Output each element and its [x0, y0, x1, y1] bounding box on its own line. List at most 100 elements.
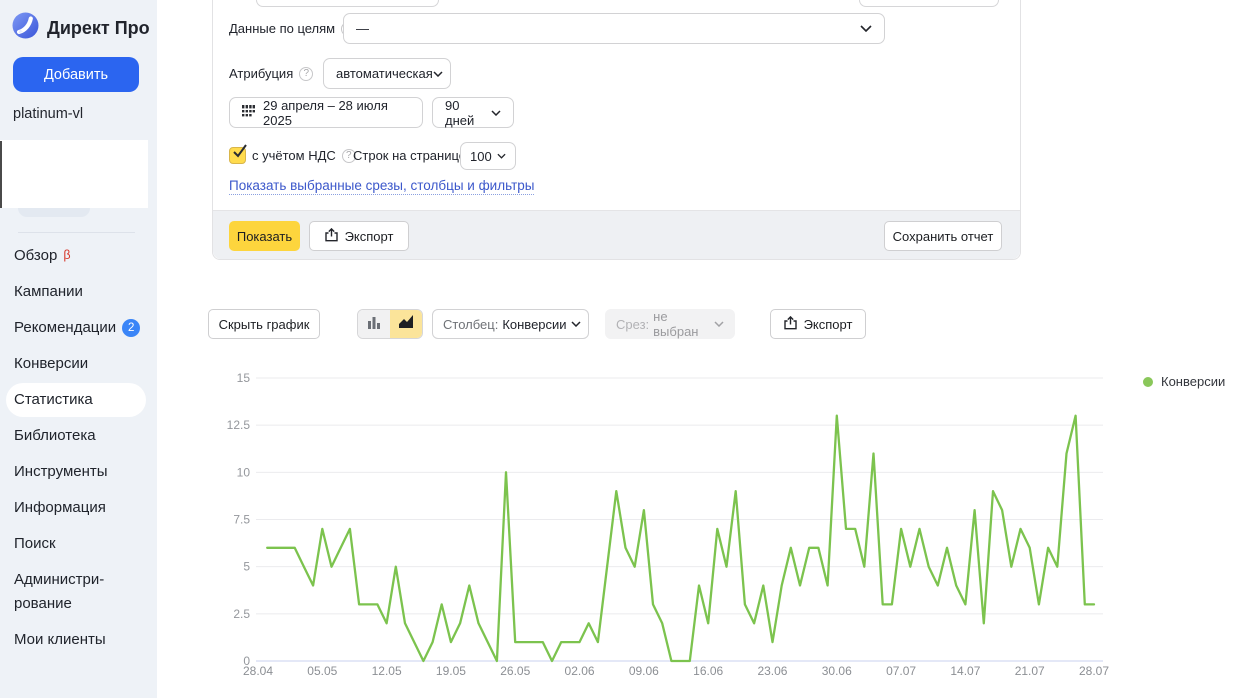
- cutoff-field-left[interactable]: [256, 0, 439, 7]
- sidebar-overlay-box: [0, 140, 148, 208]
- column-value: Конверсии: [502, 317, 566, 332]
- filter-panel: Данные по целям ? — Атрибуция ? автомати…: [212, 0, 1021, 260]
- x-axis-tick: 23.06: [757, 664, 787, 678]
- sidebar-item-label: Кампании: [14, 283, 83, 300]
- sidebar-item-label: Поиск: [14, 535, 56, 552]
- sidebar-item-label: Библиотека: [14, 427, 96, 444]
- add-button[interactable]: Добавить: [13, 57, 139, 92]
- y-axis-tick: 5: [243, 560, 250, 574]
- hide-chart-button[interactable]: Скрыть график: [208, 309, 320, 339]
- export-icon: [784, 316, 797, 333]
- sidebar-item-9[interactable]: Администри-рование: [0, 568, 128, 616]
- logo[interactable]: Директ Про: [12, 12, 150, 44]
- conversions-line: [267, 416, 1094, 661]
- rows-per-page-select[interactable]: 100: [460, 142, 516, 170]
- goals-label: Данные по целям: [229, 21, 335, 36]
- direct-pro-logo-icon: [12, 12, 39, 44]
- x-axis-tick: 02.06: [565, 664, 595, 678]
- sidebar-item-2[interactable]: Рекомендации 2: [0, 316, 157, 340]
- y-axis-tick: 12.5: [227, 418, 251, 432]
- show-button[interactable]: Показать: [229, 221, 300, 251]
- period-dropdown[interactable]: 90 дней: [432, 97, 514, 128]
- sidebar-item-6[interactable]: Инструменты: [0, 460, 157, 484]
- count-badge: 2: [122, 319, 140, 337]
- vat-label-row: с учётом НДС ?: [252, 148, 356, 163]
- bar-chart-icon: [367, 315, 381, 334]
- sidebar-item-8[interactable]: Поиск: [0, 532, 157, 556]
- sidebar-item-label: Администри-рование: [14, 571, 104, 612]
- x-axis-tick: 05.05: [307, 664, 337, 678]
- x-axis-tick: 14.07: [950, 664, 980, 678]
- legend-dot-icon: [1143, 377, 1153, 387]
- export-label: Экспорт: [345, 229, 394, 244]
- sidebar-item-label: Инструменты: [14, 463, 108, 480]
- attribution-label: Атрибуция: [229, 66, 293, 81]
- sidebar-item-0[interactable]: Обзорβ: [0, 244, 157, 268]
- sidebar-item-label: Обзор: [14, 247, 57, 264]
- chart-type-toggle: [357, 309, 423, 339]
- export-button[interactable]: Экспорт: [309, 221, 409, 251]
- x-axis-tick: 07.07: [886, 664, 916, 678]
- attribution-label-row: Атрибуция ?: [229, 66, 313, 81]
- sidebar-item-3[interactable]: Конверсии: [0, 352, 157, 376]
- conversions-chart: 02.557.51012.51528.0405.0512.0519.0526.0…: [200, 370, 1145, 692]
- slice-dropdown[interactable]: Срез: не выбран: [605, 309, 735, 339]
- chart-export-label: Экспорт: [804, 317, 853, 332]
- app-root: Директ Про Добавить platinum-vl Обзорβ Ка…: [0, 0, 1255, 698]
- goals-dropdown[interactable]: —: [343, 13, 885, 44]
- calendar-icon: [242, 105, 255, 121]
- chevron-down-icon: [714, 321, 724, 327]
- chevron-down-icon: [433, 71, 443, 77]
- x-axis-tick: 28.07: [1079, 664, 1109, 678]
- period-value: 90 дней: [445, 98, 491, 128]
- sidebar-item-4[interactable]: Статистика: [6, 383, 146, 417]
- rows-per-page-value: 100: [470, 149, 492, 164]
- panel-footer: Показать Экспорт Сохранить отчет: [213, 210, 1020, 259]
- chevron-down-icon: [860, 25, 872, 32]
- slice-value: не выбран: [653, 309, 710, 339]
- sidebar-divider: [18, 232, 135, 233]
- vat-label: с учётом НДС: [252, 148, 336, 163]
- attribution-dropdown[interactable]: автоматическая: [323, 58, 451, 89]
- chevron-down-icon: [571, 321, 581, 327]
- attribution-value: автоматическая: [336, 66, 433, 81]
- vat-checkbox[interactable]: [229, 147, 246, 164]
- bar-chart-toggle[interactable]: [358, 310, 390, 338]
- sidebar-item-10[interactable]: Мои клиенты: [0, 628, 157, 652]
- sidebar-menu: Обзорβ Кампании Рекомендации 2 Конверсии Стат…: [0, 244, 157, 664]
- column-label: Столбец:: [443, 317, 498, 332]
- x-axis-tick: 30.06: [822, 664, 852, 678]
- cutoff-field-right[interactable]: [859, 0, 999, 7]
- sidebar: Директ Про Добавить platinum-vl Обзорβ Ка…: [0, 0, 157, 698]
- sidebar-item-label: Рекомендации: [14, 319, 116, 336]
- line-chart-toggle[interactable]: [390, 310, 422, 338]
- sidebar-item-7[interactable]: Информация: [0, 496, 157, 520]
- column-dropdown[interactable]: Столбец: Конверсии: [432, 309, 589, 339]
- y-axis-tick: 10: [237, 465, 251, 479]
- legend-label: Конверсии: [1161, 374, 1225, 389]
- sidebar-item-label: Информация: [14, 499, 106, 516]
- chevron-down-icon: [497, 153, 506, 159]
- y-axis-tick: 7.5: [233, 512, 250, 526]
- show-slices-link[interactable]: Показать выбранные срезы, столбцы и филь…: [229, 178, 534, 195]
- attribution-help-icon[interactable]: ?: [299, 67, 313, 81]
- chart-legend[interactable]: Конверсии: [1143, 374, 1225, 389]
- chart-export-button[interactable]: Экспорт: [770, 309, 866, 339]
- y-axis-tick: 2.5: [233, 607, 250, 621]
- x-axis-tick: 21.07: [1015, 664, 1045, 678]
- beta-badge: β: [63, 248, 70, 262]
- x-axis-tick: 26.05: [500, 664, 530, 678]
- sidebar-item-label: Статистика: [14, 391, 93, 408]
- collapsed-pill: [18, 208, 90, 217]
- save-report-button[interactable]: Сохранить отчет: [884, 221, 1002, 251]
- account-name[interactable]: platinum-vl: [13, 106, 83, 122]
- goals-label-row: Данные по целям ?: [229, 21, 355, 36]
- sidebar-item-5[interactable]: Библиотека: [0, 424, 157, 448]
- y-axis-tick: 15: [237, 371, 251, 385]
- sidebar-item-1[interactable]: Кампании: [0, 280, 157, 304]
- area-chart-icon: [399, 315, 414, 333]
- date-range-button[interactable]: 29 апреля – 28 июля 2025: [229, 97, 423, 128]
- sidebar-scrollbar[interactable]: [0, 141, 2, 208]
- x-axis-tick: 09.06: [629, 664, 659, 678]
- slice-label: Срез:: [616, 317, 649, 332]
